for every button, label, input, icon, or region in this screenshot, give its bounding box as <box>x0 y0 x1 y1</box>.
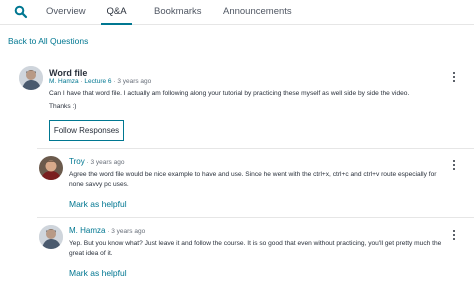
avatar-image <box>19 66 43 90</box>
avatar <box>39 156 63 180</box>
meta-separator: · <box>80 78 83 85</box>
lecture-link[interactable]: Lecture 6 <box>84 78 111 85</box>
search-icon[interactable] <box>14 5 28 19</box>
response-meta: M. Hamza · 3 years ago <box>69 226 145 235</box>
divider <box>37 148 474 149</box>
question-thanks: Thanks :) <box>49 103 77 110</box>
response-time: · 3 years ago <box>86 159 125 166</box>
question-author[interactable]: M. Hamza <box>49 78 79 85</box>
course-nav: Overview Q&A Bookmarks Announcements <box>0 0 474 25</box>
back-to-questions-link[interactable]: Back to All Questions <box>8 36 88 46</box>
response-author[interactable]: M. Hamza <box>69 226 105 235</box>
tab-bookmarks[interactable]: Bookmarks <box>154 0 202 25</box>
mark-helpful-button[interactable]: Mark as helpful <box>69 268 127 278</box>
avatar-image <box>39 156 63 180</box>
divider <box>37 217 474 218</box>
tab-announcements[interactable]: Announcements <box>223 0 292 25</box>
more-options-icon[interactable] <box>451 160 457 170</box>
question-time: · 3 years ago <box>113 78 152 85</box>
question-meta: M. Hamza · Lecture 6 · 3 years ago <box>49 78 151 85</box>
response-meta: Troy · 3 years ago <box>69 157 124 166</box>
more-options-icon[interactable] <box>451 72 457 82</box>
question-body: Can I have that word file. I actually am… <box>49 90 410 97</box>
avatar <box>39 225 63 249</box>
question-title: Word file <box>49 68 88 78</box>
more-options-icon[interactable] <box>451 230 457 240</box>
tab-overview[interactable]: Overview <box>46 0 86 25</box>
response-author[interactable]: Troy <box>69 157 85 166</box>
avatar <box>19 66 43 90</box>
tab-qa[interactable]: Q&A <box>101 0 132 25</box>
response-body: Yep. But you know what? Just leave it an… <box>69 240 442 257</box>
follow-responses-button[interactable]: Follow Responses <box>49 120 124 141</box>
response-body: Agree the word file would be nice exampl… <box>69 171 437 188</box>
response-time: · 3 years ago <box>107 228 146 235</box>
avatar-image <box>39 225 63 249</box>
mark-helpful-button[interactable]: Mark as helpful <box>69 199 127 209</box>
